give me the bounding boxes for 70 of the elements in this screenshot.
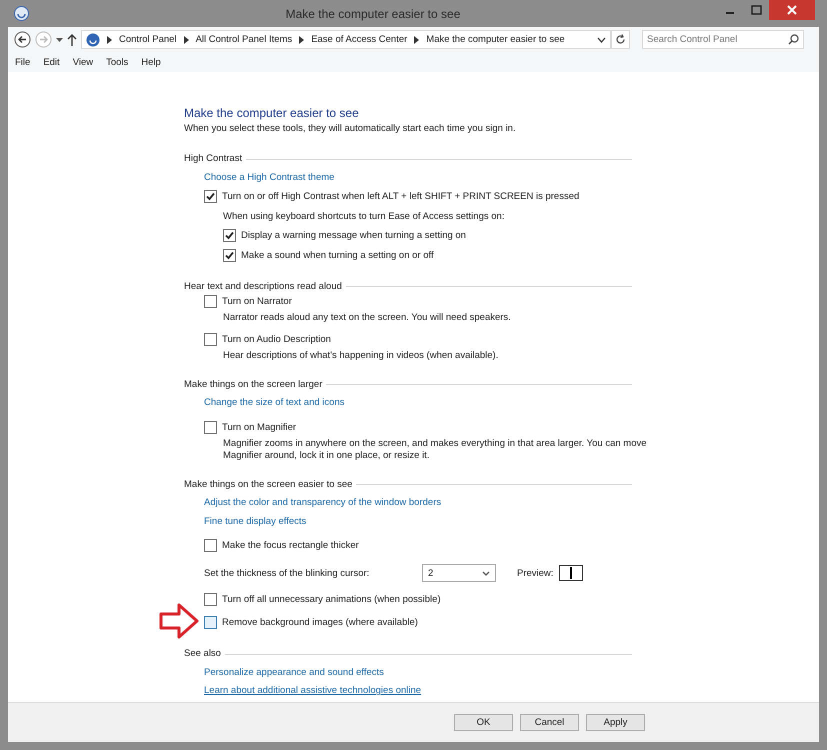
checkbox-label[interactable]: Turn on or off High Contrast when left ALT + left SHIFT + PRINT SCREEN is pressed bbox=[222, 191, 580, 202]
checkbox[interactable] bbox=[204, 616, 217, 630]
checkbox-label[interactable]: Turn on Audio Description bbox=[222, 334, 331, 346]
breadcrumb[interactable]: Control Panel bbox=[119, 34, 177, 45]
description-text: Magnifier zooms in anywhere on the screen, and makes everything in that area larger. You can move Magnifier around, lock it in one place, or resize it. bbox=[223, 438, 648, 462]
search-field[interactable]: Search Control Panel bbox=[642, 30, 804, 49]
chevron-icon[interactable] bbox=[107, 36, 112, 44]
page-title: Make the computer easier to see bbox=[184, 106, 360, 122]
dialog-button[interactable]: Cancel bbox=[520, 714, 579, 731]
menu-item[interactable]: File bbox=[15, 56, 30, 68]
up-arrow-icon[interactable] bbox=[67, 34, 77, 46]
breadcrumb[interactable]: Ease of Access Center bbox=[311, 34, 408, 45]
description-text: Hear descriptions of what's happening in videos (when available). bbox=[223, 350, 500, 362]
checkbox-label[interactable]: Make the focus rectangle thicker bbox=[222, 540, 359, 552]
maximize-icon[interactable] bbox=[750, 5, 762, 15]
checkbox[interactable] bbox=[204, 295, 217, 308]
preview-label: Preview: bbox=[517, 568, 554, 578]
search-icon[interactable] bbox=[788, 34, 799, 45]
dialog-button[interactable]: Apply bbox=[586, 714, 645, 731]
refresh-icon[interactable] bbox=[615, 34, 626, 45]
app-icon[interactable] bbox=[14, 6, 29, 21]
checkbox-label[interactable]: Turn off all unnecessary animations (when possible) bbox=[222, 594, 441, 605]
cursor-thickness-dropdown[interactable]: 2 bbox=[422, 564, 496, 582]
link[interactable]: Personalize appearance and sound effects bbox=[204, 666, 384, 678]
checkbox-label[interactable]: Turn on Narrator bbox=[222, 296, 292, 308]
breadcrumb[interactable]: All Control Panel Items bbox=[196, 34, 292, 45]
checkbox-label[interactable]: Remove background images (where available) bbox=[222, 617, 418, 628]
menu-item[interactable]: Tools bbox=[106, 56, 128, 68]
cursor-preview bbox=[559, 565, 584, 581]
chevron-down-icon[interactable] bbox=[482, 570, 490, 576]
checkbox[interactable] bbox=[204, 592, 217, 606]
checkbox[interactable] bbox=[223, 248, 236, 262]
window-title: Make the computer easier to see bbox=[284, 6, 462, 20]
field-label: Set the thickness of the blinking cursor: bbox=[204, 568, 370, 578]
section-heading: See also bbox=[184, 648, 221, 659]
dropdown-icon[interactable] bbox=[597, 36, 606, 42]
checkbox[interactable] bbox=[204, 190, 217, 204]
back-button[interactable] bbox=[14, 31, 31, 48]
checkbox-label[interactable]: Turn on Magnifier bbox=[222, 422, 296, 433]
checkbox-label[interactable]: Display a warning message when turning a setting on bbox=[241, 230, 466, 242]
checkbox[interactable] bbox=[204, 333, 217, 346]
checkbox[interactable] bbox=[204, 420, 217, 434]
section-heading: Make things on the screen easier to see bbox=[184, 478, 352, 490]
breadcrumb[interactable]: Make the computer easier to see bbox=[426, 34, 565, 45]
menu-item[interactable]: View bbox=[72, 56, 94, 68]
checkbox[interactable] bbox=[223, 229, 236, 242]
section-heading: Hear text and descriptions read aloud bbox=[184, 280, 342, 292]
chevron-icon[interactable] bbox=[299, 36, 304, 44]
note-text: When using keyboard shortcuts to turn Ease of Access settings on: bbox=[223, 210, 504, 222]
dialog-button[interactable]: OK bbox=[454, 714, 513, 731]
chevron-icon[interactable] bbox=[184, 36, 189, 44]
link[interactable]: Adjust the color and transparency of the window borders bbox=[204, 497, 442, 508]
chevron-icon[interactable] bbox=[414, 36, 420, 44]
link[interactable]: Change the size of text and icons bbox=[204, 397, 344, 408]
control-panel-icon bbox=[86, 32, 100, 46]
page-subtitle: When you select these tools, they will automatically start each time you sign in. bbox=[184, 123, 517, 136]
close-button[interactable] bbox=[769, 0, 815, 20]
description-text: Narrator reads aloud any text on the screen. You will need speakers. bbox=[223, 312, 512, 324]
link[interactable]: Fine tune display effects bbox=[204, 516, 306, 527]
refresh-button[interactable] bbox=[611, 30, 630, 49]
menu-item[interactable]: Help bbox=[141, 56, 161, 68]
close-icon[interactable] bbox=[787, 5, 797, 15]
menu-item[interactable]: Edit bbox=[43, 56, 60, 68]
checkbox[interactable] bbox=[204, 539, 217, 552]
link[interactable]: Learn about additional assistive technologies online bbox=[204, 685, 422, 696]
caret-icon[interactable] bbox=[56, 38, 63, 42]
checkbox-label[interactable]: Make a sound when turning a setting on or off bbox=[241, 250, 434, 261]
section-heading: Make things on the screen larger bbox=[184, 378, 322, 390]
section-heading: High Contrast bbox=[184, 153, 242, 164]
link[interactable]: Choose a High Contrast theme bbox=[204, 172, 334, 183]
